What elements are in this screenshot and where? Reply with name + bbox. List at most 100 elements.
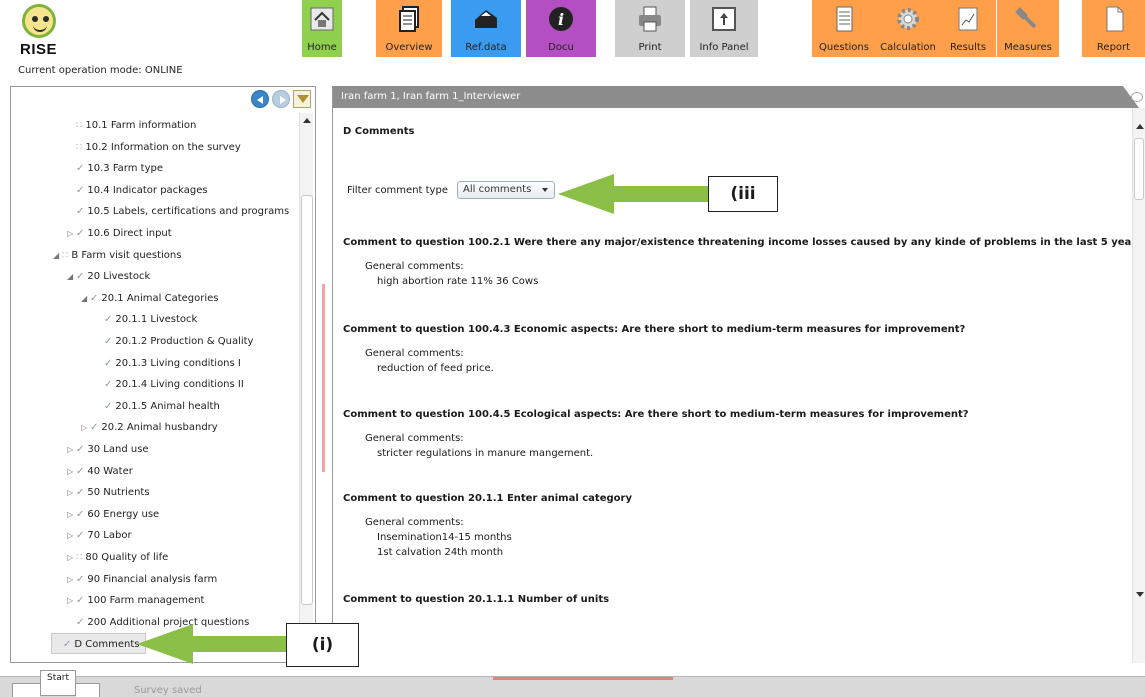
tree-item[interactable]: ✓ 10.3 Farm type [67,158,163,179]
tree-item[interactable]: ▷ ✓ 90 Financial analysis farm [67,569,217,590]
docu-button[interactable]: i Docu [526,0,596,57]
annotation-label-iii: (iii [708,176,778,212]
incomplete-icon: ∷ [76,120,83,131]
tree-item[interactable]: ∷ 10.1 Farm information [67,115,196,136]
house-icon [307,4,337,34]
collapse-arrow-icon[interactable]: ▷ [67,590,76,611]
content-scroll-thumb[interactable] [1134,138,1144,200]
comment-text: reduction of feed price. [377,363,494,374]
tree-item[interactable]: ▷ ✓ 50 Nutrients [67,482,150,503]
tree-item-selected[interactable]: ✓ D Comments [51,633,147,655]
comment-question: Comment to question 20.1.1 Enter animal … [343,493,632,504]
tree-item[interactable]: ✓ 20.1.3 Living conditions I [95,353,241,374]
chevron-down-icon [542,188,548,192]
scroll-down-icon[interactable] [1136,592,1144,597]
comment-question: Comment to question 100.4.3 Economic asp… [343,324,966,335]
calculation-button[interactable]: Calculation [876,0,940,57]
comment-block: Comment to question 100.2.1 Were there a… [343,237,1131,287]
tree-item-label: 10.1 Farm information [85,120,197,131]
previous-tab[interactable] [12,683,40,697]
tree-item[interactable]: ◢ ✓ 20 Livestock [67,266,150,287]
documents-icon [394,4,424,34]
expand-arrow-icon[interactable]: ◢ [53,245,62,266]
tree-item-label: D Comments [74,639,140,651]
forward-arrow-icon[interactable] [272,90,290,108]
tree-item[interactable]: ▷ ✓ 30 Land use [67,439,149,460]
tree-item[interactable]: ✓ 20.1.5 Animal health [95,396,220,417]
comment-text: Insemination14-15 months [377,532,512,543]
comment-heading: General comments: [365,433,464,444]
tree-toolbar [251,90,311,108]
overview-button[interactable]: Overview [376,0,442,57]
tree-item-label: 50 Nutrients [87,487,150,499]
collapse-arrow-icon[interactable]: ▷ [67,547,76,568]
collapse-arrow-icon[interactable]: ▷ [81,417,90,438]
tree-item[interactable]: ✓ 20.1.1 Livestock [95,309,197,330]
collapse-arrow-icon[interactable]: ▷ [67,504,76,525]
tree-scrollbar[interactable] [299,113,313,661]
tree-item[interactable]: ∷ 10.2 Information on the survey [67,137,241,158]
checkmark-icon: ✓ [76,508,85,520]
tree-item[interactable]: ▷ ✓ 100 Farm management [67,590,204,611]
next-tab[interactable] [76,683,100,697]
collapse-arrow-icon[interactable]: ▷ [67,439,76,460]
report-button[interactable]: Report [1082,0,1145,57]
expand-arrow-icon[interactable]: ◢ [81,288,90,309]
tree-item-label: 20.1.5 Animal health [115,400,220,412]
report-icon [1099,4,1129,34]
tree-item[interactable]: ▷ ✓ 40 Water [67,461,133,482]
tree-scroll-thumb[interactable] [301,195,313,605]
tree-item[interactable]: ▷ ✓ 10.6 Direct input [67,223,172,244]
refdata-button[interactable]: Ref.data [451,0,521,57]
status-text: Survey saved [134,685,202,696]
info-panel-button[interactable]: Info Panel [690,0,758,57]
checkmark-icon: ✓ [76,487,85,499]
tree-item-label: 20 Livestock [87,271,151,283]
collapse-arrow-icon[interactable]: ▷ [67,223,76,244]
tree-item-label: 30 Land use [87,444,149,455]
panel-splitter[interactable] [322,284,325,472]
tree-item-label: 90 Financial analysis farm [87,573,218,585]
tree-item[interactable]: ✓ 10.4 Indicator packages [67,180,208,201]
tree-item[interactable]: ▷ ✓ 20.2 Animal husbandry [81,417,218,438]
start-tab[interactable]: Start [40,670,76,696]
checkmark-icon: ✓ [63,639,72,651]
filter-comment-type-select[interactable]: All comments [457,181,555,199]
filter-comment-type-label: Filter comment type [347,185,448,196]
print-button[interactable]: Print [615,0,685,57]
content-titlebar: Iran farm 1, Iran farm 1_Interviewer [333,86,1139,108]
collapse-arrow-icon[interactable]: ▷ [67,482,76,503]
content-scrollbar[interactable] [1132,108,1145,663]
incomplete-icon: ∷ [76,552,83,563]
tree-item[interactable]: ▷ ✓ 60 Energy use [67,504,159,525]
tree-item[interactable]: ▷ ∷ 80 Quality of life [67,547,168,568]
calculation-label: Calculation [880,42,936,53]
home-button[interactable]: Home [302,0,342,57]
database-icon [471,4,501,34]
tree-item[interactable]: ◢ ∷ B Farm visit questions [53,245,181,266]
checkmark-icon: ✓ [90,292,99,304]
results-label: Results [949,42,987,53]
tree-item-label: 100 Farm management [87,595,205,607]
speech-bubble-icon[interactable] [1131,92,1143,102]
questions-button[interactable]: Questions [812,0,876,57]
back-arrow-icon[interactable] [251,90,269,108]
tree-item[interactable]: ✓ 20.1.2 Production & Quality [95,331,253,352]
comment-text: 1st calvation 24th month [377,547,504,558]
scroll-up-icon[interactable] [303,118,311,123]
comment-heading: General comments: [365,261,464,272]
collapse-arrow-icon[interactable]: ▷ [67,569,76,590]
collapse-arrow-icon[interactable]: ▷ [67,525,76,546]
tree-item[interactable]: ✓ 10.5 Labels, certifications and program… [67,201,289,222]
filter-icon[interactable] [293,90,311,108]
expand-arrow-icon[interactable]: ◢ [67,266,76,287]
results-button[interactable]: Results [940,0,996,57]
checkmark-icon: ✓ [76,163,85,175]
tree-item[interactable]: ▷ ✓ 70 Labor [67,525,132,546]
scroll-up-icon[interactable] [1136,124,1144,129]
tree-item[interactable]: ◢ ✓ 20.1 Animal Categories [81,288,219,309]
tree-item[interactable]: ✓ 20.1.4 Living conditions II [95,374,244,395]
collapse-arrow-icon[interactable]: ▷ [67,461,76,482]
docu-label: Docu [548,42,574,53]
measures-button[interactable]: Measures [997,0,1059,57]
